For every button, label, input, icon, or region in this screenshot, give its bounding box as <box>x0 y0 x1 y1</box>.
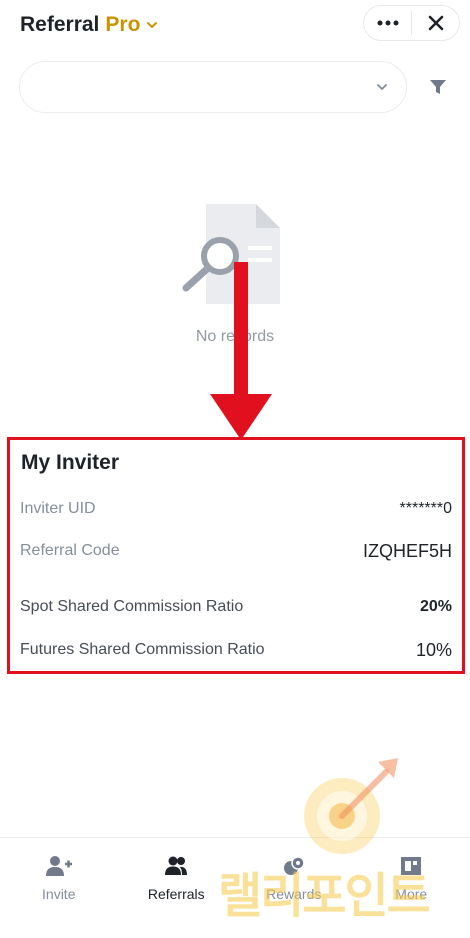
spot-commission-value: 20% <box>419 598 452 615</box>
title-accent: Pro <box>105 13 141 36</box>
users-icon <box>165 856 188 875</box>
nav-label-rewards: Rewards <box>266 886 322 902</box>
more-icon <box>401 857 422 875</box>
add-user-icon <box>45 856 72 876</box>
chevron-down-icon <box>377 84 387 90</box>
inviter-uid-value: *******0 <box>399 500 452 517</box>
title-text: Referral <box>20 13 100 36</box>
bottom-nav: Invite Referrals Rewards More <box>0 837 470 938</box>
inviter-title: My Inviter <box>21 451 120 474</box>
nav-item-more[interactable]: More <box>353 838 470 938</box>
chevron-down-icon[interactable] <box>146 19 158 31</box>
inviter-uid-row: Inviter UID *******0 <box>20 497 452 521</box>
ellipsis-icon <box>377 20 398 26</box>
nav-label-invite: Invite <box>42 886 76 902</box>
nav-item-rewards[interactable]: Rewards <box>235 838 353 938</box>
futures-commission-value: 10% <box>415 639 452 660</box>
rewards-icon <box>283 856 305 875</box>
nav-item-invite[interactable]: Invite <box>0 838 118 938</box>
more-options-button[interactable] <box>364 6 411 40</box>
my-inviter-card: My Inviter Inviter UID *******0 Referral… <box>7 437 465 674</box>
nav-label-referrals: Referrals <box>147 886 205 902</box>
annotation-arrow <box>210 262 272 440</box>
page-title[interactable]: Referral Pro <box>20 13 158 37</box>
nav-item-referrals[interactable]: Referrals <box>118 838 236 938</box>
inviter-uid-label: Inviter UID <box>20 500 96 517</box>
action-pill <box>363 5 460 41</box>
header: Referral Pro <box>0 0 470 52</box>
spot-commission-label: Spot Shared Commission Ratio <box>20 598 244 615</box>
referral-code-value[interactable]: IZQHEF5H <box>363 541 452 562</box>
nav-label-more: More <box>395 886 428 902</box>
close-icon <box>428 15 443 31</box>
futures-commission-label: Futures Shared Commission Ratio <box>20 641 265 658</box>
futures-commission-row: Futures Shared Commission Ratio 10% <box>20 638 452 662</box>
referral-filter-select[interactable] <box>19 61 407 113</box>
referral-code-label: Referral Code <box>20 542 120 559</box>
filter-icon[interactable] <box>428 77 448 97</box>
spot-commission-row: Spot Shared Commission Ratio 20% <box>20 595 452 619</box>
close-button[interactable] <box>412 6 459 40</box>
referral-code-row: Referral Code IZQHEF5H <box>20 539 452 563</box>
